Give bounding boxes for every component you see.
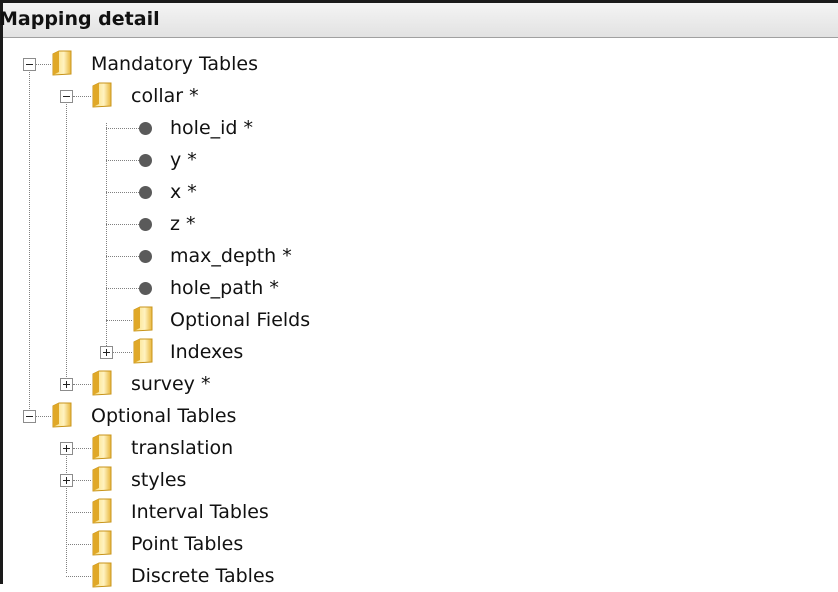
mapping-tree[interactable]: Mandatory Tables collar * hole_id * y * … <box>3 38 838 588</box>
folder-icon <box>92 530 112 556</box>
folder-icon <box>92 498 112 524</box>
node-label: survey * <box>131 373 211 395</box>
folder-icon <box>52 50 72 76</box>
tree-line <box>29 58 30 415</box>
tree-line <box>106 320 132 321</box>
panel-title: Mapping detail <box>0 8 160 30</box>
tree-line <box>106 256 139 257</box>
tree-line <box>106 224 139 225</box>
node-label: translation <box>131 437 234 459</box>
node-label: Indexes <box>170 341 244 363</box>
folder-icon <box>92 82 112 108</box>
node-label: x * <box>170 181 197 203</box>
folder-icon <box>92 434 112 460</box>
tree-line <box>66 544 91 545</box>
folder-icon <box>133 338 153 364</box>
node-label: hole_path * <box>170 277 279 299</box>
folder-icon <box>92 562 112 588</box>
node-label: Point Tables <box>131 533 244 555</box>
panel-header: Mapping detail <box>0 3 838 38</box>
tree-line <box>73 448 91 449</box>
tree-line <box>66 512 91 513</box>
mapping-detail-panel: Mapping detail Mandatory Tables collar *… <box>0 0 838 588</box>
expand-translation-button[interactable] <box>60 442 73 455</box>
node-label: z * <box>170 213 196 235</box>
node-label: styles <box>131 469 187 491</box>
field-bullet-icon <box>139 250 152 263</box>
tree-line <box>106 288 139 289</box>
field-bullet-icon <box>139 218 152 231</box>
field-bullet-icon <box>139 122 152 135</box>
tree-line <box>66 93 67 383</box>
folder-icon <box>92 466 112 492</box>
field-bullet-icon <box>139 282 152 295</box>
folder-icon <box>133 306 153 332</box>
expand-indexes-button[interactable] <box>100 346 113 359</box>
folder-icon <box>92 370 112 396</box>
tree-line <box>73 96 91 97</box>
field-bullet-icon <box>139 154 152 167</box>
field-bullet-icon <box>139 186 152 199</box>
minus-icon <box>26 64 33 65</box>
collapse-optional-tables-button[interactable] <box>23 410 36 423</box>
tree-line <box>73 480 91 481</box>
tree-line <box>106 123 107 352</box>
node-label: hole_id * <box>170 117 254 139</box>
tree-line <box>66 576 91 577</box>
collapse-collar-button[interactable] <box>60 90 73 103</box>
node-label: Discrete Tables <box>131 565 275 587</box>
node-label: collar * <box>131 85 199 107</box>
minus-icon <box>26 416 33 417</box>
tree-line <box>73 384 91 385</box>
node-label: Optional Fields <box>170 309 311 331</box>
tree-line <box>66 445 67 573</box>
node-label: Optional Tables <box>91 405 237 427</box>
expand-survey-button[interactable] <box>60 378 73 391</box>
expand-styles-button[interactable] <box>60 474 73 487</box>
minus-icon <box>63 96 70 97</box>
node-label: y * <box>170 149 197 171</box>
tree-line <box>106 192 139 193</box>
node-label: Interval Tables <box>131 501 269 523</box>
tree-line <box>106 160 139 161</box>
tree-line <box>112 352 132 353</box>
collapse-mandatory-tables-button[interactable] <box>23 58 36 71</box>
tree-line <box>106 128 139 129</box>
node-label: max_depth * <box>170 245 292 267</box>
folder-icon <box>52 402 72 428</box>
node-label: Mandatory Tables <box>91 53 258 75</box>
